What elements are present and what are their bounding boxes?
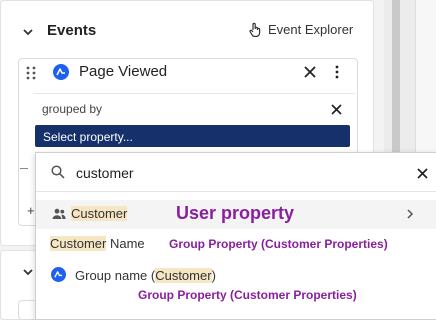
- chevron-right-icon[interactable]: [406, 209, 414, 219]
- divider: [36, 191, 436, 192]
- more-vertical-icon[interactable]: [334, 65, 340, 79]
- search-match: Customer: [155, 268, 212, 283]
- property-type-annotation: Group Property (Customer Properties): [169, 237, 388, 251]
- search-input[interactable]: [76, 163, 376, 183]
- drag-handle-icon[interactable]: [25, 66, 37, 80]
- hand-pointer-icon: [249, 22, 261, 37]
- event-explorer-label: Event Explorer: [268, 22, 354, 37]
- label-prefix: Group name (: [75, 268, 156, 283]
- clear-search-icon[interactable]: [417, 168, 428, 179]
- amplitude-icon: [51, 267, 66, 282]
- remove-group-close-icon[interactable]: [331, 104, 342, 115]
- search-match: Customer: [50, 236, 107, 251]
- event-explorer-button[interactable]: Event Explorer: [248, 22, 353, 37]
- search-icon: [51, 165, 65, 179]
- search-match: Customer: [71, 206, 128, 221]
- amplitude-icon: [53, 64, 69, 80]
- collapse-chevron-icon[interactable]: [22, 26, 34, 38]
- list-item-customer-name[interactable]: Customer Name: [50, 236, 145, 251]
- property-type-annotation: Group Property (Customer Properties): [138, 288, 357, 302]
- add-button[interactable]: +: [27, 203, 35, 218]
- list-item-group-name[interactable]: Group name (Customer): [75, 268, 216, 283]
- user-group-icon: [52, 208, 66, 219]
- events-title: Events: [47, 22, 97, 39]
- select-property-button[interactable]: Select property...: [35, 125, 350, 147]
- list-item-label[interactable]: Customer: [71, 206, 128, 221]
- collapse-chevron-icon[interactable]: [22, 266, 34, 278]
- divider: [20, 168, 28, 169]
- label-suffix: ): [211, 268, 216, 283]
- label-rest: Name: [106, 236, 145, 251]
- property-type-annotation: User property: [176, 203, 295, 223]
- grouped-by-label: grouped by: [42, 102, 103, 116]
- close-icon[interactable]: [304, 66, 316, 78]
- event-name[interactable]: Page Viewed: [79, 63, 167, 80]
